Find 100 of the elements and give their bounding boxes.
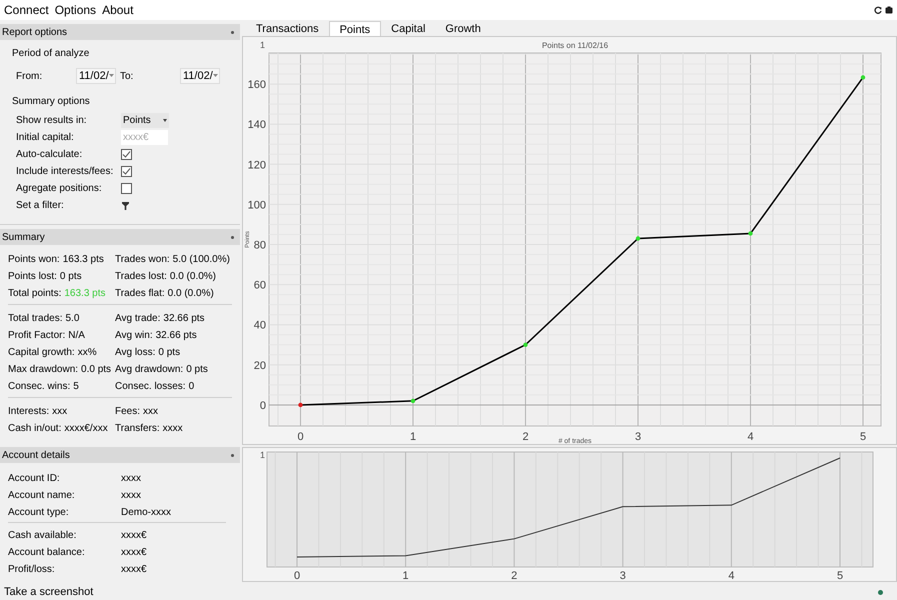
stat-value: 0 <box>188 380 194 394</box>
field-label: From: <box>16 70 44 84</box>
stat-value: 0 pts <box>60 270 82 284</box>
group-title: Period of analyze <box>12 47 90 61</box>
field-label: Profit/loss: <box>8 563 56 577</box>
y-tick-label: 0 <box>260 400 266 412</box>
stat-label: Trades lost: <box>115 270 167 284</box>
tab[interactable]: Transactions <box>246 21 329 36</box>
stat-label: Transfers: <box>115 422 160 436</box>
field-label: Account ID: <box>8 472 61 486</box>
field-value: xxxx€ <box>121 563 148 577</box>
stat-label: Consec. wins: <box>8 380 70 394</box>
stat-value: xxxx€/xxx <box>64 422 108 436</box>
data-point <box>410 398 416 404</box>
x-tick-label: 5 <box>860 431 866 443</box>
tab[interactable]: Points <box>328 21 382 36</box>
x-tick-label: 5 <box>836 569 844 584</box>
date-field[interactable]: 11/02/ <box>180 68 220 84</box>
stat-label: Consec. losses: <box>115 380 186 394</box>
y-tick-label: 40 <box>254 320 266 332</box>
dropdown-caret-icon <box>163 119 167 122</box>
field-value: Demo-xxxx <box>121 506 172 520</box>
tab[interactable]: Growth <box>435 21 491 36</box>
field-label: Show results in: <box>16 114 88 128</box>
stat-value: 32.66 pts <box>156 329 197 343</box>
stat-label: Total trades: <box>8 312 62 326</box>
capital-input[interactable]: xxxx€ <box>121 130 168 145</box>
field-value: xxxx <box>121 472 142 486</box>
camera-icon[interactable] <box>885 6 893 14</box>
stat-value: 0 pts <box>186 363 208 377</box>
field-label: Account name: <box>8 489 76 503</box>
section-header[interactable]: Report options <box>0 24 240 40</box>
data-point <box>298 402 303 408</box>
section-title: Summary <box>2 230 45 244</box>
stat-value: 5.0 (100.0%) <box>172 253 230 267</box>
collapse-icon[interactable] <box>231 30 234 34</box>
field-label: Account balance: <box>8 546 86 560</box>
stat-value: 5.0 <box>65 312 80 326</box>
x-tick-label: 2 <box>522 431 529 443</box>
section-header[interactable]: Account details <box>0 447 240 463</box>
stat-value: 163.3 pts <box>64 287 106 301</box>
field-label: Account type: <box>8 506 70 520</box>
y-tick-label: 120 <box>248 159 266 172</box>
filter-icon[interactable] <box>122 202 129 210</box>
data-point <box>748 231 753 236</box>
x-tick-label: 2 <box>511 569 518 584</box>
stat-label: Interests: <box>8 405 50 419</box>
field-label: Include interests/fees: <box>16 165 114 179</box>
collapse-icon[interactable] <box>231 454 234 456</box>
field-label: Agregate positions: <box>16 182 103 196</box>
field-value: xxxx <box>121 489 142 503</box>
y-tick-label: 80 <box>254 240 266 252</box>
menu-item[interactable]: About <box>102 1 134 19</box>
field-label: Auto-calculate: <box>16 148 84 162</box>
date-field[interactable]: 11/02/ <box>76 68 116 84</box>
stat-value: 0.0 (0.0%) <box>168 287 214 301</box>
y-tick-label: 20 <box>254 360 266 372</box>
stat-value: 0.0 (0.0%) <box>170 270 216 284</box>
collapse-icon[interactable] <box>231 236 234 238</box>
corner-label: 1 <box>260 449 266 462</box>
y-tick-label: 140 <box>248 119 266 132</box>
tab[interactable]: Capital <box>381 21 436 36</box>
stat-label: Avg win: <box>115 329 153 343</box>
status-text: Take a screenshot <box>4 584 94 600</box>
stat-label: Fees: <box>115 405 140 419</box>
menu-item[interactable]: Connect <box>4 1 49 19</box>
x-tick-label: 1 <box>402 569 409 584</box>
stat-label: Capital growth: <box>8 346 75 360</box>
stat-label: Avg trade: <box>115 312 160 326</box>
stat-label: Trades flat: <box>115 287 165 301</box>
checkbox[interactable] <box>121 183 132 194</box>
stat-value: xxx <box>52 405 68 419</box>
field-label: To: <box>120 70 134 84</box>
menu-item[interactable]: Options <box>54 1 96 19</box>
checkbox[interactable] <box>121 166 132 177</box>
data-point <box>636 236 640 241</box>
dropdown-caret-icon <box>212 74 218 78</box>
stat-value: 32.66 pts <box>163 312 205 326</box>
stat-label: Avg loss: <box>115 346 156 360</box>
stat-value: xxxx <box>162 422 183 436</box>
x-tick-label: 3 <box>634 431 642 443</box>
stat-label: Points won: <box>8 253 60 267</box>
section-header[interactable]: Summary <box>0 229 240 245</box>
section-title: Account details <box>2 448 70 462</box>
stat-value: xxx <box>143 405 158 419</box>
stat-label: Trades won: <box>115 253 170 267</box>
x-tick-label: 4 <box>747 431 754 443</box>
field-label: Initial capital: <box>16 131 75 145</box>
data-point <box>860 75 866 80</box>
field-value: xxxx€ <box>121 529 148 543</box>
x-tick-label: 4 <box>728 569 734 584</box>
field-label: Cash available: <box>8 529 78 543</box>
results-dropdown[interactable]: Points <box>121 113 169 128</box>
dropdown-caret-icon <box>108 74 114 78</box>
y-tick-label: 100 <box>248 199 266 212</box>
corner-label: 1 <box>260 40 266 50</box>
stat-label: Points lost: <box>8 270 57 284</box>
refresh-icon[interactable] <box>874 6 882 14</box>
checkbox[interactable] <box>121 149 132 160</box>
x-tick-label: 3 <box>620 569 626 584</box>
